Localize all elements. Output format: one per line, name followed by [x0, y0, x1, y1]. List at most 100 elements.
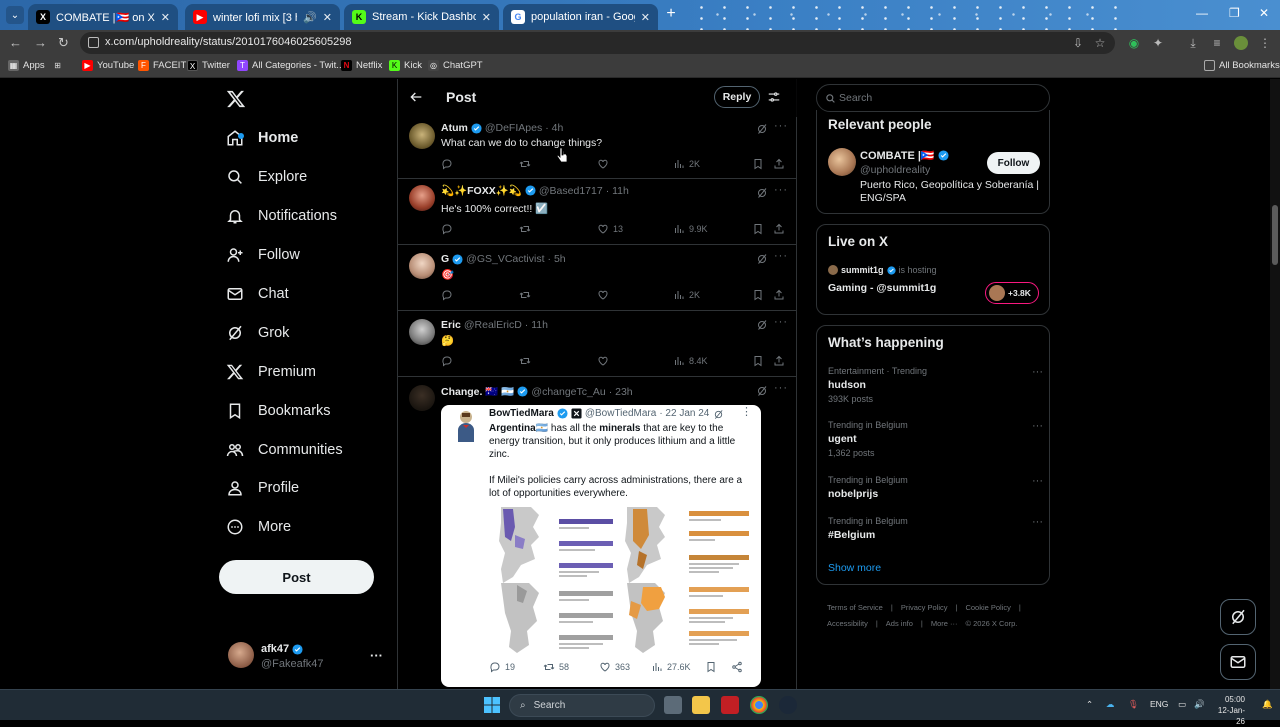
downloads-icon[interactable]: ⤓	[1186, 36, 1200, 50]
grok-icon[interactable]	[756, 319, 768, 331]
grok-icon[interactable]	[756, 187, 768, 199]
more-horizontal-icon[interactable]: ···	[1032, 366, 1043, 378]
author-name[interactable]: Change. 🇦🇺 🇦🇷	[441, 385, 514, 398]
repost-action[interactable]	[519, 289, 531, 301]
like-action[interactable]	[597, 289, 609, 301]
bookmark-action[interactable]	[752, 355, 764, 367]
views-action[interactable]: 2K	[673, 158, 700, 170]
browser-menu-icon[interactable]: ⋮	[1258, 36, 1272, 50]
nav-follow[interactable]: Follow	[226, 240, 300, 270]
live-host-row[interactable]: summit1g is hosting	[828, 265, 937, 275]
reply-tweet[interactable]: Eric @RealEricD · 11h ··· 🤔 8.4K	[398, 311, 796, 377]
url-field[interactable]: x.com/upholdreality/status/2010176046025…	[80, 32, 1115, 54]
reply-tweet[interactable]: Change. 🇦🇺 🇦🇷 @changeTc_Au · 23h ··· Bow…	[398, 377, 796, 689]
account-switcher[interactable]: afk47 @Fakeafk47 ···	[228, 642, 388, 678]
all-bookmarks[interactable]: All Bookmarks	[1204, 60, 1280, 71]
grok-fab-button[interactable]	[1220, 599, 1256, 635]
more-vertical-icon[interactable]: ⋮	[741, 405, 752, 418]
reply-button[interactable]: Reply	[714, 86, 760, 108]
taskbar-search[interactable]: ⌕ Search	[509, 694, 655, 717]
more-horizontal-icon[interactable]: ···	[774, 250, 788, 262]
author-name[interactable]: BowTiedMara	[489, 408, 554, 419]
post-button[interactable]: Post	[219, 560, 374, 594]
repost-action[interactable]	[519, 223, 531, 235]
footer-link[interactable]: More ···	[931, 619, 958, 628]
grok-icon[interactable]	[756, 253, 768, 265]
bookmark-action[interactable]	[752, 223, 764, 235]
trend-item[interactable]: Trending in Belgium #Belgium ···	[828, 516, 1043, 541]
reply-tweet[interactable]: Atum @DeFIApes · 4h ··· What can we do t…	[398, 117, 796, 179]
more-horizontal-icon[interactable]: ···	[370, 648, 383, 663]
avatar[interactable]	[409, 253, 435, 279]
volume-icon[interactable]: 🔊	[1194, 699, 1205, 710]
footer-link[interactable]: Ads info	[886, 619, 913, 628]
bookmark-grid[interactable]: ⊞	[52, 60, 63, 71]
browser-tab-2[interactable]: ▶ winter lofi mix [3 hours] ❄️ 🔊 ✕	[185, 4, 340, 30]
reload-icon[interactable]: ↻	[58, 35, 69, 51]
tweet-time[interactable]: · 11h	[525, 319, 548, 331]
share-action[interactable]	[731, 661, 743, 673]
avatar[interactable]	[409, 123, 435, 149]
tab-search-button[interactable]: ⌄	[6, 6, 24, 24]
argentina-minerals-map-image[interactable]	[493, 505, 759, 655]
bookmark-action[interactable]	[752, 289, 764, 301]
notification-bell-icon[interactable]: 🔔	[1262, 699, 1273, 710]
reply-action[interactable]: 19	[489, 661, 515, 673]
profile-avatar-icon[interactable]	[1234, 36, 1248, 50]
avatar[interactable]	[453, 408, 479, 442]
trend-item[interactable]: Trending in Belgium nobelprijs ···	[828, 475, 1043, 500]
nav-chat[interactable]: Chat	[226, 279, 289, 309]
onedrive-icon[interactable]: ☁	[1106, 699, 1115, 710]
trend-item[interactable]: Entertainment · Trending hudson 393K pos…	[828, 366, 1043, 404]
site-info-icon[interactable]	[88, 37, 99, 48]
author-name[interactable]: Eric	[441, 319, 461, 331]
author-handle[interactable]: @DeFIApes	[485, 122, 542, 134]
restore-icon[interactable]: ❐	[1229, 6, 1240, 20]
browser-tab-1[interactable]: X COMBATE |🇵🇷 on X: "Argentinia ✕	[28, 4, 178, 30]
reply-tweet[interactable]: 💫✨FOXX✨💫 @Based1717 · 11h ··· He's 100% …	[398, 179, 796, 245]
share-action[interactable]	[773, 223, 785, 235]
share-action[interactable]	[773, 289, 785, 301]
nav-home[interactable]: Home	[226, 123, 298, 153]
more-horizontal-icon[interactable]: ···	[774, 382, 788, 394]
messages-fab-button[interactable]	[1220, 644, 1256, 680]
repost-action[interactable]	[519, 355, 531, 367]
bookmark-action[interactable]	[752, 158, 764, 170]
bookmark-chatgpt[interactable]: ◎ ChatGPT	[428, 60, 483, 71]
views-action[interactable]: 9.9K	[673, 223, 708, 235]
more-horizontal-icon[interactable]: ···	[1032, 420, 1043, 432]
back-arrow-icon[interactable]	[408, 89, 424, 105]
close-tab-icon[interactable]: ✕	[323, 11, 332, 24]
bookmark-netflix[interactable]: N Netflix	[341, 60, 382, 71]
footer-link[interactable]: Cookie Policy	[965, 603, 1010, 612]
repost-action[interactable]: 58	[543, 661, 569, 673]
bookmark-twitter[interactable]: X Twitter	[187, 60, 230, 71]
x-logo-icon[interactable]	[226, 89, 246, 109]
close-window-icon[interactable]: ✕	[1259, 6, 1269, 20]
author-name[interactable]: G	[441, 253, 449, 265]
tray-overflow-icon[interactable]: ⌃	[1086, 699, 1093, 710]
like-action[interactable]	[597, 158, 609, 170]
back-icon[interactable]: ←	[9, 35, 22, 50]
microphone-icon[interactable]: 🎙	[1128, 699, 1139, 710]
grok-icon[interactable]	[756, 123, 768, 135]
browser-tab-3[interactable]: K Stream - Kick Dashboard ✕	[344, 4, 499, 30]
bookmark-action[interactable]	[705, 661, 717, 673]
author-handle[interactable]: @changeTc_Au	[531, 386, 605, 398]
reply-action[interactable]	[441, 289, 453, 301]
bookmark-kick[interactable]: K Kick	[389, 60, 422, 71]
nav-premium[interactable]: Premium	[226, 357, 316, 387]
footer-link[interactable]: Privacy Policy	[901, 603, 948, 612]
task-view-icon[interactable]	[664, 696, 682, 714]
scrollbar-thumb[interactable]	[1272, 205, 1278, 265]
reply-action[interactable]	[441, 355, 453, 367]
taskbar-clock[interactable]: 05:00 12-Jan-26	[1213, 694, 1245, 727]
like-action[interactable]: 13	[597, 223, 623, 235]
network-icon[interactable]: ▭	[1178, 699, 1186, 710]
grok-icon[interactable]	[756, 385, 768, 397]
more-horizontal-icon[interactable]: ···	[774, 120, 788, 132]
reading-list-icon[interactable]: ≡	[1210, 36, 1224, 50]
views-action[interactable]: 2K	[673, 289, 700, 301]
new-tab-button[interactable]: +	[663, 6, 679, 22]
page-scrollbar[interactable]	[1270, 79, 1280, 689]
